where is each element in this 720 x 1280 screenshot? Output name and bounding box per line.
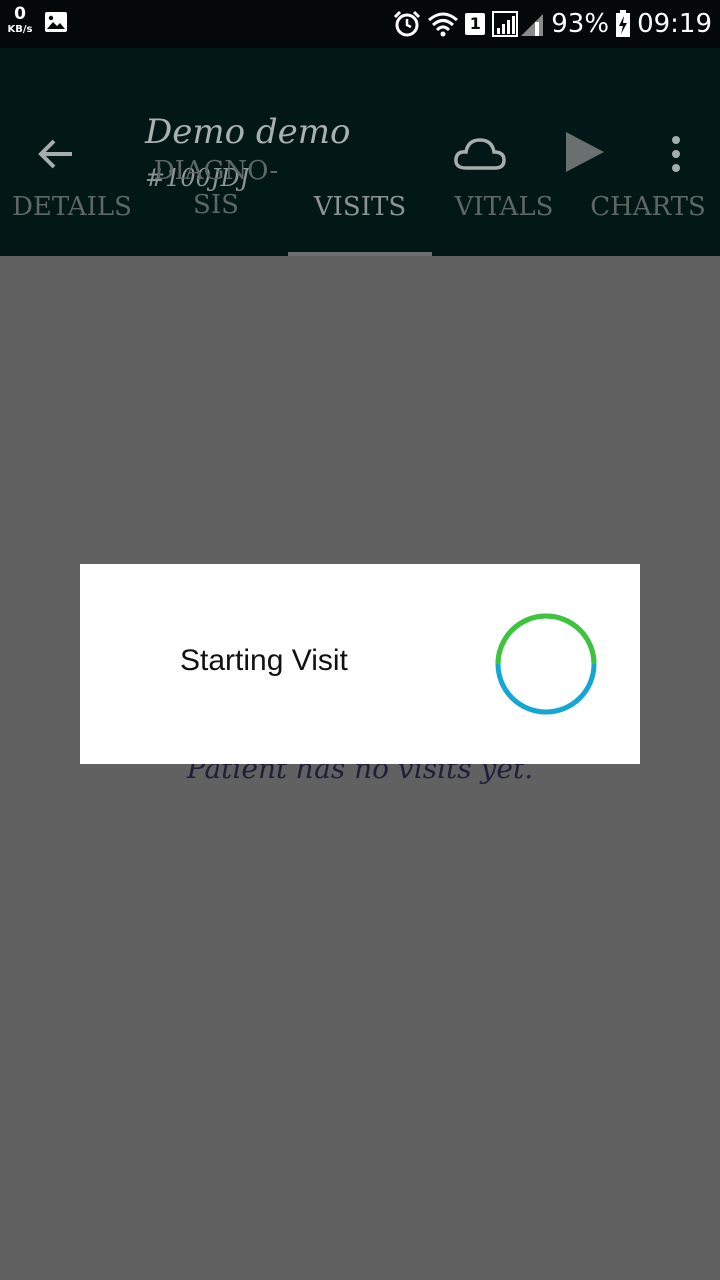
wifi-icon (428, 12, 459, 37)
dialog-message: Starting Visit (180, 644, 348, 677)
signal-icon (492, 11, 544, 37)
network-speed-unit: KB/s (7, 24, 33, 35)
tab-visits[interactable]: VISITS (288, 150, 432, 256)
alarm-icon (394, 10, 421, 37)
tab-charts-label: CHARTS (590, 192, 706, 222)
tab-bar: DETAILS DIAGNO- SIS VISITS VITALS CHARTS (0, 150, 720, 256)
sim-indicator: 1 (465, 13, 486, 35)
tab-vitals[interactable]: VITALS (432, 150, 576, 256)
network-speed: 0 KB/s (4, 6, 36, 35)
network-speed-value: 0 (14, 4, 26, 24)
tab-diagnosis-label-line2: SIS (193, 190, 239, 220)
clock: 09:19 (637, 9, 712, 39)
progress-dialog: Starting Visit (80, 564, 640, 764)
tab-diagnosis-label-line1: DIAGNO- (153, 156, 279, 186)
tab-visits-label: VISITS (313, 192, 407, 222)
battery-percent: 93% (551, 9, 610, 39)
patient-name: Demo demo (145, 112, 351, 152)
tab-diagnosis[interactable]: DIAGNO- SIS (144, 150, 288, 256)
status-bar: 0 KB/s 1 93% 09:19 (0, 0, 720, 48)
active-tab-indicator (288, 252, 432, 256)
loading-spinner-icon (495, 613, 597, 715)
tab-diagnosis-label: DIAGNO- SIS (154, 154, 278, 222)
tab-vitals-label: VITALS (454, 192, 554, 222)
image-icon (45, 12, 67, 32)
battery-charging-icon (616, 10, 631, 37)
tab-details[interactable]: DETAILS (0, 150, 144, 256)
tab-details-label: DETAILS (12, 192, 132, 222)
tab-charts[interactable]: CHARTS (576, 150, 720, 256)
